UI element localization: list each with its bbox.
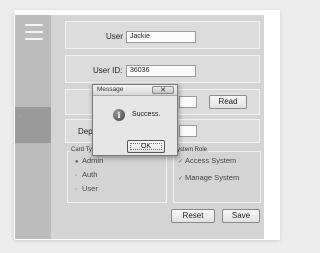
dialog-message: Success. <box>132 111 161 118</box>
card-type-title: Card Ty <box>70 147 93 153</box>
department-label: Dep <box>78 127 93 136</box>
read-button[interactable]: Read <box>209 95 247 109</box>
info-icon: i <box>113 109 125 121</box>
user-label: User <box>106 32 123 41</box>
card-type-user-radio[interactable]: ◦ User <box>75 184 98 193</box>
card-number-field[interactable] <box>179 96 197 108</box>
manage-system-checkbox[interactable]: ✓ Manage System <box>178 173 239 182</box>
user-id-field[interactable]: 36036 <box>126 65 196 77</box>
hamburger-menu-icon[interactable] <box>25 24 43 45</box>
access-system-label: Access System <box>185 156 237 165</box>
dialog-title-bar[interactable]: Message ✕ <box>93 85 177 96</box>
message-dialog: Message ✕ i Success. OK <box>92 84 178 156</box>
sidebar-item-active[interactable]: · <box>15 107 51 143</box>
department-field[interactable] <box>179 125 197 137</box>
reset-button[interactable]: Reset <box>171 209 215 223</box>
ok-button[interactable]: OK <box>127 140 165 153</box>
sidebar-item-marker: · <box>19 114 21 120</box>
card-type-admin-label: Admin <box>82 156 104 165</box>
radio-empty-icon: ◦ <box>75 173 78 179</box>
checkmark-icon: ✓ <box>178 159 184 165</box>
dialog-title: Message <box>97 86 124 93</box>
card-type-user-label: User <box>82 184 98 193</box>
system-role-title: ystem Role <box>176 147 209 153</box>
user-field[interactable]: Jackie <box>126 31 196 43</box>
card-type-admin-radio[interactable]: ● Admin <box>75 156 103 165</box>
radio-dot-icon: ● <box>75 159 79 165</box>
save-button[interactable]: Save <box>222 209 260 223</box>
access-system-checkbox[interactable]: ✓ Access System <box>178 156 236 165</box>
sidebar: · <box>15 15 51 239</box>
radio-empty-icon: ◦ <box>75 187 78 193</box>
manage-system-label: Manage System <box>185 173 240 182</box>
card-type-auth-label: Auth <box>82 170 98 179</box>
user-id-label: User ID: <box>93 66 123 75</box>
card-type-auth-radio[interactable]: ◦ Auth <box>75 170 97 179</box>
checkmark-icon: ✓ <box>178 176 184 182</box>
close-icon[interactable]: ✕ <box>152 86 174 94</box>
